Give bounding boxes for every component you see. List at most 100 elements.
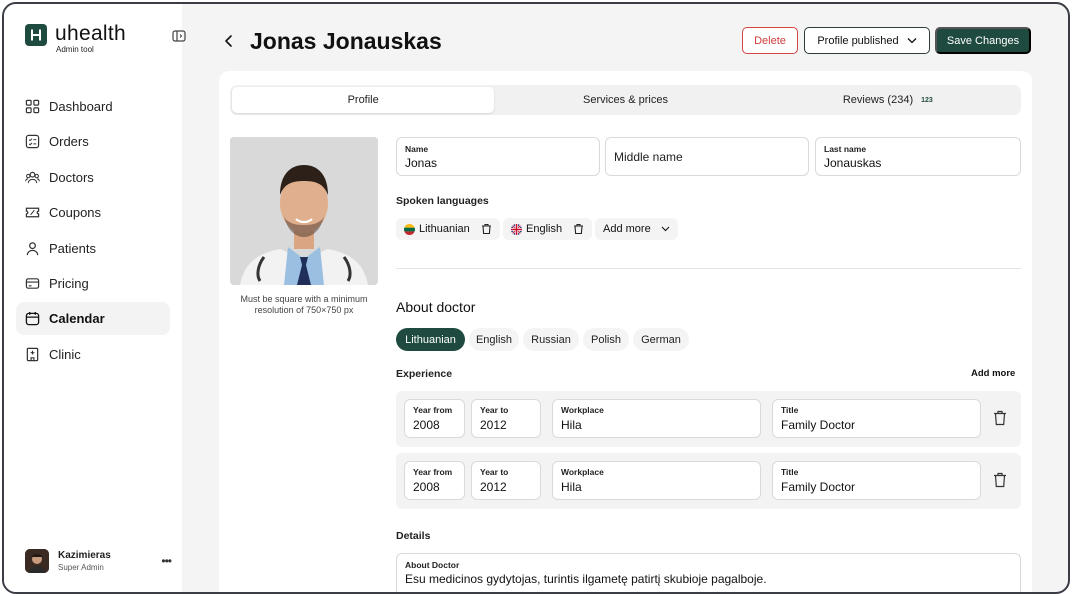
about-doctor-value: Esu medicinos gydytojas, turintis ilgame… bbox=[405, 572, 767, 586]
sidebar-item-dashboard[interactable]: Dashboard bbox=[16, 90, 170, 123]
last-name-label: Last name bbox=[824, 144, 867, 154]
job-title-value: Family Doctor bbox=[781, 480, 856, 494]
workplace-field[interactable]: Workplace Hila bbox=[552, 461, 761, 500]
save-changes-button[interactable]: Save Changes bbox=[935, 27, 1031, 54]
about-lang-tab-english[interactable]: English bbox=[469, 328, 519, 351]
year-from-value: 2008 bbox=[413, 418, 440, 432]
year-from-field[interactable]: Year from 2008 bbox=[404, 399, 465, 438]
patients-icon bbox=[26, 241, 39, 255]
year-to-value: 2012 bbox=[480, 418, 507, 432]
about-doctor-title: About doctor bbox=[396, 299, 476, 315]
first-name-value: Jonas bbox=[405, 156, 438, 170]
avatar bbox=[25, 549, 49, 573]
sidebar-item-label: Pricing bbox=[49, 275, 89, 291]
more-options-icon[interactable]: ••• bbox=[161, 554, 172, 568]
workplace-field[interactable]: Workplace Hila bbox=[552, 399, 761, 438]
user-role: Super Admin bbox=[58, 563, 104, 572]
about-lang-tab-polish[interactable]: Polish bbox=[583, 328, 629, 351]
job-title-label: Title bbox=[781, 405, 799, 415]
last-name-value: Jonauskas bbox=[824, 156, 882, 170]
about-lang-tab-german[interactable]: German bbox=[633, 328, 689, 351]
page-title: Jonas Jonauskas bbox=[250, 28, 442, 54]
spoken-languages-label: Spoken languages bbox=[396, 195, 489, 207]
first-name-label: Name bbox=[405, 144, 429, 154]
trash-icon[interactable] bbox=[993, 472, 1007, 488]
year-from-field[interactable]: Year from 2008 bbox=[404, 461, 465, 500]
year-from-label: Year from bbox=[413, 467, 453, 477]
language-chip-label: English bbox=[526, 223, 563, 235]
sidebar-item-doctors[interactable]: Doctors bbox=[16, 161, 170, 194]
tab-bar: Profile Services & prices Reviews (234) … bbox=[230, 85, 1021, 115]
sidebar-item-orders[interactable]: Orders bbox=[16, 125, 170, 158]
sidebar-item-calendar[interactable]: Calendar bbox=[16, 302, 170, 336]
divider bbox=[396, 268, 1021, 269]
user-profile[interactable]: Kazimieras Super Admin ••• bbox=[25, 549, 172, 573]
sidebar-nav: Dashboard Orders Doctors Coupons Patient… bbox=[16, 90, 170, 373]
about-lang-tab-lithuanian[interactable]: Lithuanian bbox=[396, 328, 465, 351]
job-title-field[interactable]: Title Family Doctor bbox=[772, 461, 981, 500]
year-to-label: Year to bbox=[480, 405, 509, 415]
workplace-value: Hila bbox=[561, 480, 582, 494]
sidebar: uhealth Admin tool Dashboard Orders Doct… bbox=[4, 4, 186, 592]
tab-reviews[interactable]: Reviews (234) 123 bbox=[757, 87, 1019, 113]
year-from-label: Year from bbox=[413, 405, 453, 415]
job-title-field[interactable]: Title Family Doctor bbox=[772, 399, 981, 438]
first-name-field[interactable]: Name Jonas bbox=[396, 137, 600, 176]
language-chip-english: English bbox=[503, 218, 593, 240]
about-lang-tab-russian[interactable]: Russian bbox=[523, 328, 579, 351]
pricing-icon bbox=[25, 278, 40, 289]
language-chip-lithuanian: Lithuanian bbox=[396, 218, 500, 240]
year-to-field[interactable]: Year to 2012 bbox=[471, 399, 541, 438]
sidebar-item-clinic[interactable]: Clinic bbox=[16, 338, 170, 371]
trash-icon[interactable] bbox=[993, 410, 1007, 426]
back-icon[interactable] bbox=[222, 33, 236, 49]
add-experience-link[interactable]: Add more bbox=[971, 368, 1015, 379]
doctors-icon bbox=[25, 171, 40, 183]
orders-icon bbox=[25, 135, 40, 149]
sidebar-item-patients[interactable]: Patients bbox=[16, 232, 170, 265]
experience-row: Year from 2008 Year to 2012 Workplace Hi… bbox=[396, 391, 1021, 447]
workplace-label: Workplace bbox=[561, 405, 604, 415]
sidebar-item-coupons[interactable]: Coupons bbox=[16, 196, 170, 229]
about-doctor-field[interactable]: About Doctor Esu medicinos gydytojas, tu… bbox=[396, 553, 1021, 592]
details-label: Details bbox=[396, 530, 431, 542]
uk-flag-icon bbox=[511, 223, 522, 235]
sidebar-item-label: Coupons bbox=[49, 205, 102, 221]
delete-button[interactable]: Delete bbox=[742, 27, 798, 54]
clinic-icon bbox=[26, 347, 39, 361]
workplace-value: Hila bbox=[561, 418, 582, 432]
add-language-label: Add more bbox=[603, 223, 651, 235]
brand-name: uhealth bbox=[55, 22, 126, 45]
trash-icon[interactable] bbox=[573, 223, 584, 235]
year-from-value: 2008 bbox=[413, 480, 440, 494]
middle-name-field[interactable]: Middle name bbox=[605, 137, 809, 176]
sidebar-item-label: Dashboard bbox=[49, 99, 113, 114]
last-name-field[interactable]: Last name Jonauskas bbox=[815, 137, 1021, 176]
user-name: Kazimieras bbox=[58, 550, 111, 561]
brand-logo[interactable]: uhealth Admin tool bbox=[25, 22, 126, 54]
sidebar-collapse-icon[interactable] bbox=[172, 29, 186, 42]
experience-row: Year from 2008 Year to 2012 Workplace Hi… bbox=[396, 453, 1021, 509]
about-doctor-label: About Doctor bbox=[405, 560, 460, 570]
add-language-dropdown[interactable]: Add more bbox=[595, 218, 678, 240]
lithuania-flag-icon bbox=[404, 223, 415, 235]
tab-reviews-label: Reviews (234) bbox=[842, 94, 914, 106]
profile-status-dropdown[interactable]: Profile published bbox=[804, 27, 930, 54]
middle-name-placeholder: Middle name bbox=[614, 150, 683, 164]
chevron-down-icon bbox=[907, 38, 917, 44]
brand-subtitle: Admin tool bbox=[56, 45, 94, 54]
sidebar-item-pricing[interactable]: Pricing bbox=[16, 267, 170, 300]
tab-services-prices[interactable]: Services & prices bbox=[494, 87, 756, 113]
profile-status-label: Profile published bbox=[817, 34, 899, 47]
trash-icon[interactable] bbox=[481, 223, 492, 235]
profile-card: Profile Services & prices Reviews (234) … bbox=[219, 71, 1032, 592]
sidebar-item-label: Calendar bbox=[49, 311, 105, 327]
doctor-photo[interactable] bbox=[230, 137, 378, 285]
tab-profile[interactable]: Profile bbox=[232, 87, 495, 113]
photo-caption: Must be square with a minimum resolution… bbox=[240, 294, 368, 315]
year-to-field[interactable]: Year to 2012 bbox=[471, 461, 541, 500]
sidebar-item-label: Clinic bbox=[49, 346, 81, 362]
sidebar-item-label: Orders bbox=[49, 134, 89, 150]
dashboard-icon bbox=[25, 99, 40, 114]
app-window: uhealth Admin tool Dashboard Orders Doct… bbox=[2, 2, 1070, 594]
